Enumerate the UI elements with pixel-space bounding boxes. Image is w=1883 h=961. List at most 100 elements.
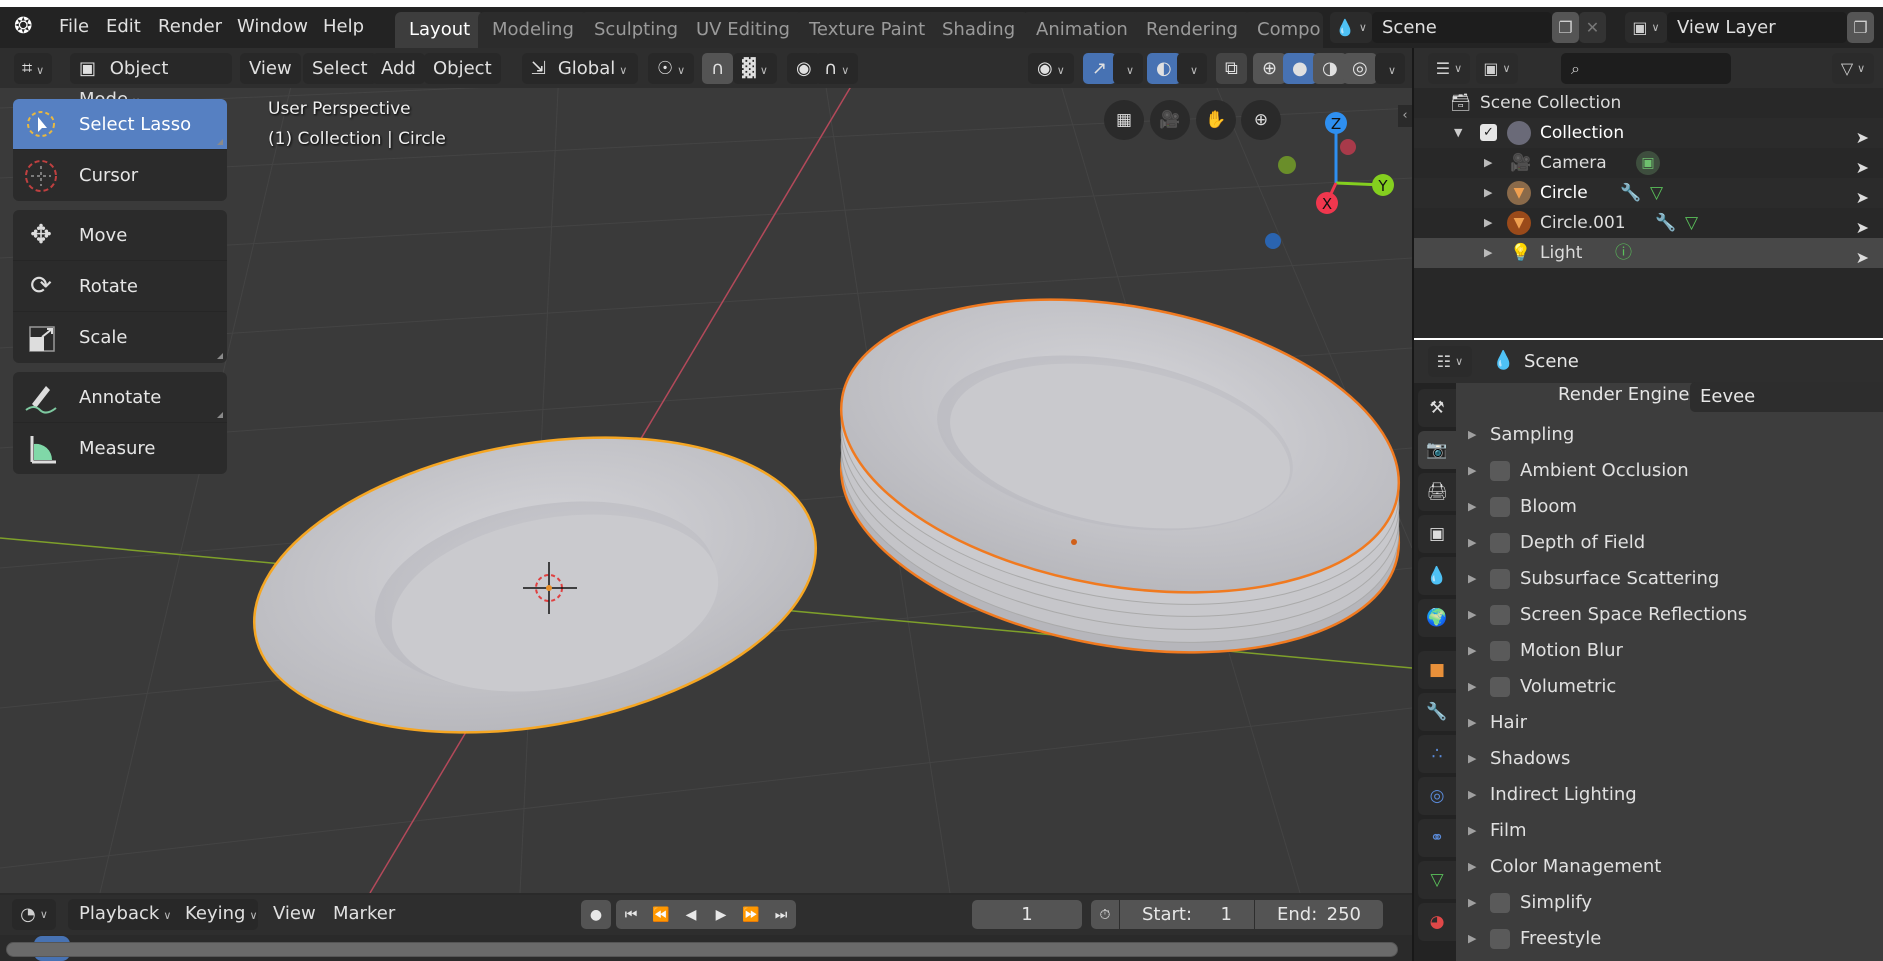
next-keyframe-button[interactable]: ⏩ [736,900,766,929]
falloff-dropdown[interactable]: ∩ ∨ [815,53,859,84]
expand-triangle-icon[interactable]: ▶ [1468,924,1490,954]
modifier-wrench-icon[interactable]: 🔧 [1620,178,1641,208]
expand-triangle-icon[interactable]: ▶ [1468,744,1490,774]
display-mode-dropdown[interactable]: ▣ ∨ [1476,53,1518,84]
tool-select-lasso[interactable]: Select Lasso [13,99,227,150]
outliner-editor-type[interactable]: ☰ ∨ [1428,53,1470,84]
view-layer-selector-button[interactable]: ▣ ∨ [1625,12,1667,43]
panel-enable-checkbox[interactable] [1490,677,1510,697]
tab-render[interactable]: 📷 [1418,431,1456,469]
panel-enable-checkbox[interactable] [1490,533,1510,553]
expand-triangle-icon[interactable]: ▶ [1484,208,1492,238]
timeline-editor-type[interactable]: ◔ ∨ [12,899,56,930]
checkbox-checked-icon[interactable]: ✓ [1480,124,1497,141]
tool-annotate[interactable]: Annotate [13,372,227,423]
menu-edit[interactable]: Edit [106,16,141,37]
gizmo-dropdown[interactable]: ∨ [1113,53,1144,84]
panel-enable-checkbox[interactable] [1490,641,1510,661]
tool-move[interactable]: ✥ Move [13,210,227,261]
shading-dropdown[interactable]: ∨ [1375,53,1406,84]
expand-triangle-icon[interactable]: ▶ [1468,780,1490,810]
jump-start-button[interactable]: ⏮ [616,900,646,929]
navigation-gizmo[interactable]: Z Y X [1270,103,1400,223]
panel-enable-checkbox[interactable] [1490,929,1510,949]
menu-view[interactable]: View [240,53,301,84]
expand-triangle-icon[interactable]: ▶ [1468,492,1490,522]
pivot-point-dropdown[interactable]: ☉ ∨ [648,53,695,84]
tab-constraints[interactable]: ⚭ [1418,819,1456,857]
tab-animation[interactable]: Animation [1022,12,1142,48]
scene-delete-button[interactable]: ✕ [1579,12,1606,43]
expand-triangle-icon[interactable]: ▶ [1484,178,1492,208]
tab-view-layer[interactable]: ▣ [1418,515,1456,553]
menu-playback[interactable]: Playback ∨ [79,899,171,929]
editor-type-button[interactable]: ⌗ ∨ [14,53,53,84]
panel-shadows[interactable]: ▶ Shadows [1468,744,1570,774]
panel-enable-checkbox[interactable] [1490,569,1510,589]
scene-selector-button[interactable]: 💧 ∨ [1330,12,1372,43]
shading-rendered[interactable]: ◎ [1343,53,1377,84]
panel-screen-space-reflections[interactable]: ▶ Screen Space Reflections [1468,600,1747,630]
panel-enable-checkbox[interactable] [1490,497,1510,517]
tab-scene[interactable]: 💧 [1418,557,1456,595]
tab-shading[interactable]: Shading [928,12,1030,48]
menu-keying[interactable]: Keying ∨ [185,899,258,929]
tab-particles[interactable]: ∴ [1418,735,1456,773]
selectable-arrow-icon[interactable]: ➤ [1856,243,1869,273]
expand-triangle-icon[interactable]: ▶ [1468,420,1490,450]
plate-circle[interactable] [231,397,839,773]
panel-freestyle[interactable]: ▶ Freestyle [1468,924,1601,954]
outliner-item-light[interactable]: ▶ 💡 Light ⓘ ➤ [1414,238,1883,268]
sidebar-toggle[interactable]: ‹ [1398,105,1412,127]
tab-sculpting[interactable]: Sculpting [580,12,693,48]
tab-compositing[interactable]: Compo [1243,12,1323,48]
tab-output[interactable]: 🖨 [1418,473,1456,511]
gizmo-neg-y[interactable] [1278,156,1296,174]
overlays-toggle[interactable]: ◐ [1147,53,1181,84]
expand-triangle-icon[interactable]: ▶ [1484,238,1492,268]
menu-add[interactable]: Add [372,53,425,84]
tab-object[interactable]: ■ [1418,651,1456,689]
tab-layout[interactable]: Layout [395,12,485,48]
modifier-wrench-icon[interactable]: 🔧 [1655,208,1676,238]
expand-triangle-icon[interactable]: ▶ [1468,528,1490,558]
expand-triangle-icon[interactable]: ▶ [1468,600,1490,630]
tab-rendering[interactable]: Rendering [1132,12,1252,48]
menu-render[interactable]: Render [158,16,222,37]
camera-view-button[interactable]: 🎥 [1150,100,1190,140]
tab-texture-paint[interactable]: Texture Paint [795,12,940,48]
pan-view-button[interactable]: ✋ [1196,100,1236,140]
tab-uv-editing[interactable]: UV Editing [682,12,804,48]
menu-marker[interactable]: Marker [333,899,395,929]
panel-film[interactable]: ▶ Film [1468,816,1527,846]
current-frame-field[interactable]: 1 [972,900,1082,929]
gizmo-neg-x[interactable] [1340,139,1356,155]
panel-simplify[interactable]: ▶ Simplify [1468,888,1592,918]
outliner-item-circle-001[interactable]: ▶ ▼ Circle.001 🔧 ▽ ➤ [1414,208,1883,238]
snap-target-dropdown[interactable]: ▓ ∨ [733,53,777,84]
panel-indirect-lighting[interactable]: ▶ Indirect Lighting [1468,780,1637,810]
jump-end-button[interactable]: ⏭ [766,900,796,929]
shading-wireframe[interactable]: ⊕ [1253,53,1287,84]
tool-scale[interactable]: Scale [13,312,227,363]
3d-viewport[interactable]: ⌗∨ ▣ Object Mode∨ View Select Add Object… [0,48,1412,893]
outliner-search-input[interactable]: ⌕ [1561,53,1731,84]
overlays-dropdown[interactable]: ∨ [1177,53,1208,84]
expand-triangle-icon[interactable]: ▶ [1468,636,1490,666]
blender-logo-icon[interactable]: ❂ [14,14,32,39]
expand-triangle-icon[interactable]: ▶ [1468,852,1490,882]
mode-dropdown[interactable]: ▣ Object Mode∨ [70,53,232,110]
outliner-item-camera[interactable]: ▶ 🎥 Camera ▣ ➤ [1414,148,1883,178]
play-reverse-button[interactable]: ◀ [676,900,706,929]
gizmo-toggle[interactable]: ↗ [1083,53,1117,84]
panel-enable-checkbox[interactable] [1490,605,1510,625]
gizmo-neg-z[interactable] [1265,233,1281,249]
panel-subsurface-scattering[interactable]: ▶ Subsurface Scattering [1468,564,1719,594]
xray-toggle[interactable]: ⧉ [1216,53,1247,84]
panel-motion-blur[interactable]: ▶ Motion Blur [1468,636,1623,666]
start-frame-field[interactable]: Start: 1 [1120,900,1254,929]
tab-world[interactable]: 🌍 [1418,599,1456,637]
menu-view[interactable]: View [273,899,316,929]
expand-triangle-icon[interactable]: ▼ [1454,118,1462,148]
visibility-dropdown[interactable]: ◉ ∨ [1028,53,1074,84]
